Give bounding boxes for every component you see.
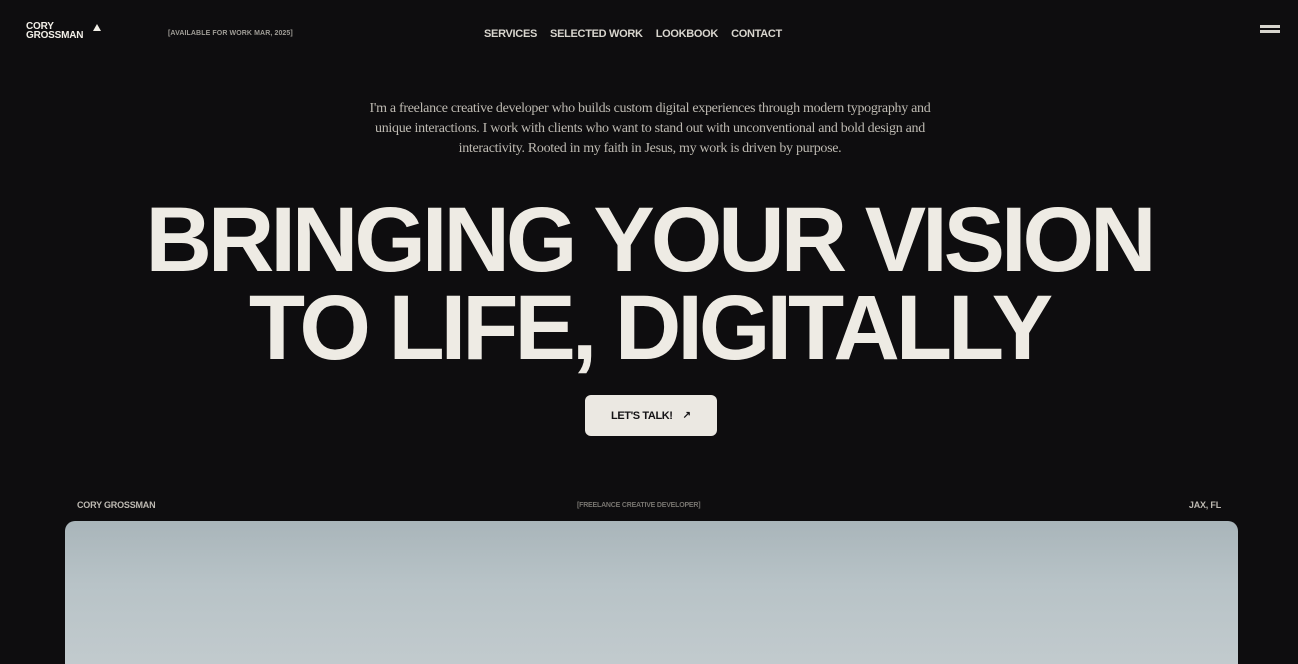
logo-mark-icon [93,24,101,31]
hero-media [65,521,1238,664]
nav-selected-work[interactable]: SELECTED WORK [550,28,643,40]
main-nav: SERVICES SELECTED WORK LOOKBOOK CONTACT [484,28,782,40]
hero-headline: BRINGING YOUR VISION TO LIFE, DIGITALLY [0,189,1298,379]
intro-paragraph: I'm a freelance creative developer who b… [369,101,931,156]
menu-icon[interactable] [1260,25,1280,35]
meta-location: JAX, FL [1188,500,1221,510]
nav-contact[interactable]: CONTACT [731,28,782,40]
meta-name: CORY GROSSMAN [77,500,156,510]
lets-talk-label: LET'S TALK! [611,409,673,422]
nav-services[interactable]: SERVICES [484,28,537,40]
logo[interactable]: CORY GROSSMAN [26,22,101,41]
lets-talk-button[interactable]: LET'S TALK! ↗ [585,395,717,436]
nav-lookbook[interactable]: LOOKBOOK [656,28,719,40]
logo-line-2: GROSSMAN [26,30,84,41]
hero-headline-line-1: BRINGING YOUR VISION [145,189,1156,291]
meta-role: [FREELANCE CREATIVE DEVELOPER] [577,502,701,509]
page: CORY GROSSMAN [AVAILABLE FOR WORK MAR, 2… [0,0,1298,664]
hero-headline-line-2: TO LIFE, DIGITALLY [248,277,1053,379]
arrow-up-right-icon: ↗ [682,410,691,421]
availability-status: [AVAILABLE FOR WORK MAR, 2025] [168,30,293,37]
